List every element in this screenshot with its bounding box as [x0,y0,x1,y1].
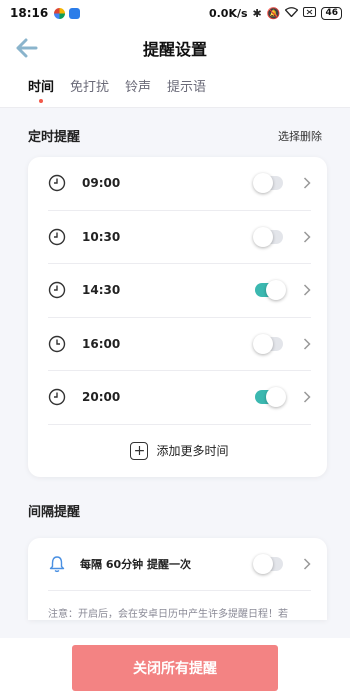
tab-time[interactable]: 时间 [28,76,54,103]
interval-reminder-toggle[interactable] [253,553,283,574]
chevron-right-icon [303,177,311,189]
clock-icon [48,389,66,406]
reminder-row[interactable]: 10:30 [48,211,311,264]
add-more-time-label: 添加更多时间 [156,444,229,458]
reminder-time: 10:30 [82,229,121,244]
page-title: 提醒设置 [142,40,207,59]
clock-icon [48,175,66,192]
status-bar: 18:16 0.0K/s ✱ 🔕 46 [0,0,350,26]
reminder-time: 14:30 [82,283,121,298]
chevron-right-icon [303,557,311,570]
page: 18:16 0.0K/s ✱ 🔕 46 提醒设置 时间 免打扰 铃声 提示语 定… [0,0,350,700]
status-icons: 0.0K/s ✱ 🔕 46 [208,6,342,20]
network-speed: 0.0K/s [208,6,248,20]
tab-prompt[interactable]: 提示语 [167,76,206,95]
reminder-row[interactable]: 20:00 [48,371,311,425]
bottom-bar: 关闭所有提醒 [0,638,350,700]
battery-icon: 46 [321,6,342,20]
timed-reminders-card: 09:00 10:30 14:30 16:00 20:00 + 添加更多时间 [28,157,327,477]
tab-bar: 时间 免打扰 铃声 提示语 [0,70,350,108]
clock-icon [48,335,66,352]
bell-icon [49,555,65,572]
sim-icon [303,6,317,20]
interval-reminder-title: 间隔提醒 [28,504,81,520]
interval-reminder-row[interactable]: 每隔 60分钟 提醒一次 [48,538,311,591]
reminder-row[interactable]: 16:00 [48,318,311,371]
reminder-toggle[interactable] [253,173,283,194]
wifi-icon [285,6,299,20]
reminder-row[interactable]: 14:30 [48,264,311,318]
reminder-toggle[interactable] [253,333,283,354]
bluetooth-icon: ✱ [252,6,262,20]
clock-icon [48,282,66,299]
reminder-time: 16:00 [82,336,121,351]
tab-ringtone[interactable]: 铃声 [125,76,151,95]
notification-app-icon [54,7,66,19]
interval-reminder-header: 间隔提醒 [0,501,350,520]
interval-reminder-text: 每隔 60分钟 提醒一次 [80,557,191,571]
close-all-reminders-button[interactable]: 关闭所有提醒 [72,645,278,691]
timed-reminders-header: 定时提醒 选择删除 [0,126,350,146]
interval-reminder-note: 注意：开启后，会在安卓日历中产生许多提醒日程！若 [48,608,288,620]
tab-do-not-disturb[interactable]: 免打扰 [70,76,109,95]
back-arrow-icon[interactable] [16,38,38,58]
reminder-toggle[interactable] [255,387,286,408]
clock-icon [48,228,66,245]
add-more-time-button[interactable]: + 添加更多时间 [48,425,311,477]
notification-app-icon [69,7,81,19]
reminder-toggle[interactable] [255,280,286,301]
timed-reminders-title: 定时提醒 [28,130,81,145]
reminder-time: 09:00 [82,176,121,191]
chevron-right-icon [303,231,311,243]
chevron-right-icon [303,391,311,403]
reminder-toggle[interactable] [253,226,283,247]
header: 提醒设置 [0,26,350,70]
chevron-right-icon [303,284,311,296]
chevron-right-icon [303,338,311,350]
plus-icon: + [130,441,149,460]
select-delete-button[interactable]: 选择删除 [278,128,322,144]
interval-reminder-card: 每隔 60分钟 提醒一次 注意：开启后，会在安卓日历中产生许多提醒日程！若 [28,537,327,620]
reminder-row[interactable]: 09:00 [48,157,311,211]
mute-icon: 🔕 [266,6,281,20]
reminder-time: 20:00 [82,390,121,405]
status-time: 18:16 [10,6,49,20]
